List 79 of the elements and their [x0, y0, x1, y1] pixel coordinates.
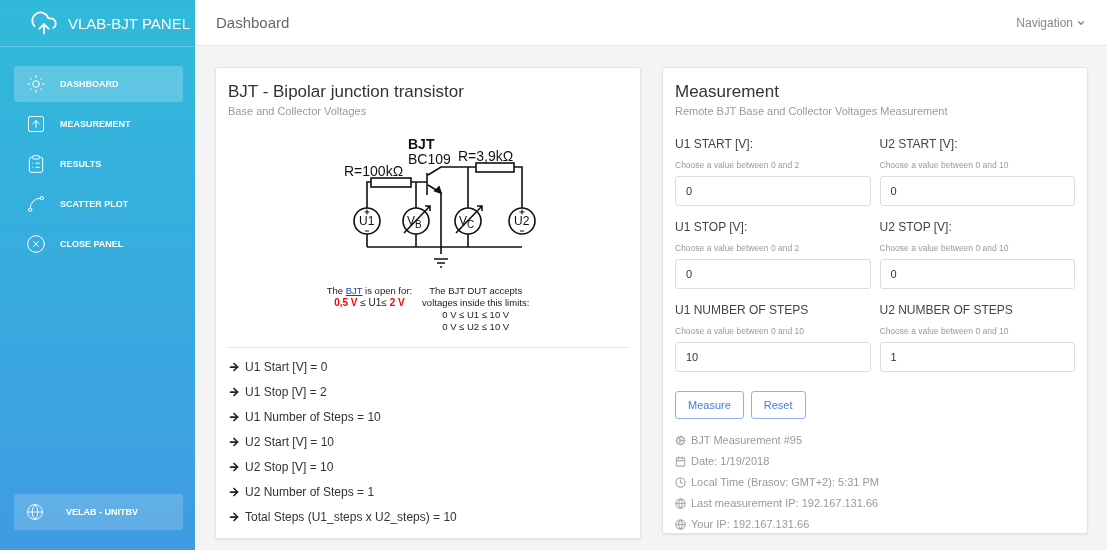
arrow-icon	[228, 486, 240, 498]
input-field[interactable]: 1	[879, 342, 1075, 372]
source-label: U2	[514, 215, 530, 227]
arrow-icon	[228, 511, 240, 523]
field-hint: Choose a value between 0 and 10	[879, 160, 1010, 170]
sidebar-item[interactable]: SCATTER PLOT	[14, 186, 183, 222]
limits-text: voltages inside this limits:	[422, 297, 530, 310]
field-label: U2 STOP [V]:	[879, 220, 953, 234]
resistor-label: R=3,9kΩ	[458, 149, 514, 163]
field-hint: Choose a value between 0 and 10	[879, 243, 1010, 253]
voltage-bound: 0,5 V	[334, 297, 358, 310]
limits-text: The BJT DUT accepts	[429, 285, 523, 298]
info-text: Date: 1/19/2018	[691, 455, 770, 467]
navigation-menu[interactable]: Navigation	[1016, 15, 1086, 30]
voltmeter-label: V$_{B}$	[407, 215, 422, 231]
sidebar-item[interactable]: RESULTS	[14, 146, 183, 182]
sidebar-item[interactable]: CLOSE PANEL	[14, 226, 183, 262]
summary-text: U2 Number of Steps = 1	[245, 485, 375, 499]
transistor-type: BJT	[408, 137, 435, 151]
card-title: BJT - Bipolar junction transistor	[228, 82, 465, 102]
input-field[interactable]: 0	[675, 176, 871, 206]
globe-icon	[26, 503, 44, 521]
info-text: Local Time (Brasov: GMT+2): 5:31 PM	[691, 476, 879, 488]
note-text: The BJT is open for:	[326, 285, 413, 298]
input-field[interactable]: 0	[675, 259, 871, 289]
bjt-link[interactable]: BJT	[345, 285, 363, 297]
field-hint: Choose a value between 0 and 2	[675, 243, 801, 253]
clock-icon	[675, 476, 686, 488]
measure-button[interactable]: Measure	[675, 391, 744, 419]
input-field[interactable]: 0	[879, 176, 1075, 206]
gears-icon	[675, 434, 686, 446]
cloud-icon	[30, 9, 58, 37]
limits-text: 0 V ≤ U1 ≤ 10 V	[442, 309, 510, 322]
field-hint: Choose a value between 0 and 10	[879, 326, 1010, 336]
field-label: U2 START [V]:	[879, 137, 959, 151]
globe-icon	[675, 518, 686, 530]
resistor-label: R=100kΩ	[344, 164, 404, 178]
field-label: U1 STOP [V]:	[675, 220, 749, 234]
summary-text: U2 Start [V] = 10	[245, 435, 335, 449]
field-label: U1 START [V]:	[675, 137, 755, 151]
source-label: U1	[359, 215, 375, 227]
line-chart-icon	[26, 194, 46, 214]
voltage-bound: 2 V	[389, 297, 405, 310]
info-text: Your IP: 192.167.131.66	[691, 518, 810, 530]
field-hint: Choose a value between 0 and 10	[675, 326, 805, 336]
arrow-icon	[228, 436, 240, 448]
arrow-icon	[228, 461, 240, 473]
summary-text: U1 Start [V] = 0	[245, 360, 328, 374]
voltage-relation: ≤ U1≤	[359, 297, 388, 310]
arrow-icon	[228, 411, 240, 423]
info-text: Last measurement IP: 192.167.131.66	[691, 497, 879, 509]
page-title: Dashboard	[216, 14, 290, 31]
field-hint: Choose a value between 0 and 2	[675, 160, 801, 170]
limits-text: 0 V ≤ U2 ≤ 10 V	[442, 321, 510, 334]
voltmeter-label: V$_{C}$	[459, 215, 475, 231]
summary-text: Total Steps (U1_steps x U2_steps) = 10	[245, 510, 457, 524]
card-subtitle: Remote BJT Base and Collector Voltages Measurement	[675, 105, 949, 117]
summary-text: U1 Stop [V] = 2	[245, 385, 327, 399]
close-icon	[26, 234, 46, 254]
upload-icon	[26, 114, 46, 134]
calendar-icon	[675, 455, 686, 467]
summary-text: U2 Stop [V] = 10	[245, 460, 334, 474]
field-label: U1 NUMBER OF STEPS	[675, 303, 810, 317]
sidebar-item[interactable]: MEASUREMENT	[14, 106, 183, 142]
globe-icon	[675, 497, 686, 509]
arrow-icon	[228, 361, 240, 373]
field-label: U2 NUMBER OF STEPS	[879, 303, 1014, 317]
summary-text: U1 Number of Steps = 10	[245, 410, 381, 424]
input-field[interactable]: 0	[879, 259, 1075, 289]
clipboard-icon	[26, 154, 46, 174]
transistor-model: BC109	[408, 152, 451, 166]
card-title: Measurement	[675, 82, 780, 102]
sidebar-footer-link[interactable]: VELAB - UNITBV	[14, 494, 183, 530]
reset-button[interactable]: Reset	[750, 391, 806, 419]
input-field[interactable]: 10	[675, 342, 871, 372]
card-subtitle: Base and Collector Voltages	[228, 105, 368, 117]
info-text: BJT Measurement #95	[691, 434, 803, 446]
brand-title: VLAB-BJT PANEL	[68, 14, 190, 32]
arrow-icon	[228, 386, 240, 398]
